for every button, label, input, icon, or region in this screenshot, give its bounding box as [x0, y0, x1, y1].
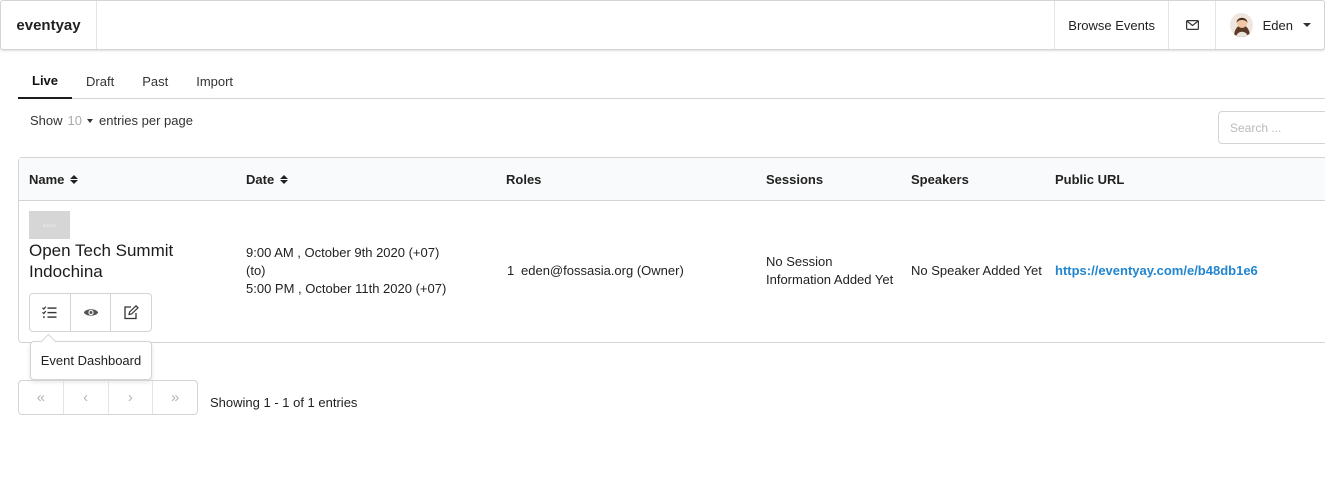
sort-icon: [70, 174, 79, 184]
tab-live[interactable]: Live: [18, 64, 73, 99]
column-header-date[interactable]: Date: [246, 158, 289, 200]
task-list-icon: [42, 306, 57, 318]
column-header-public-url: Public URL: [1055, 171, 1125, 187]
table-header: Name Date Roles Sessions Speakers Public…: [19, 158, 1325, 201]
event-dashboard-tooltip: Event Dashboard: [30, 341, 152, 380]
event-actions: [29, 293, 152, 332]
event-date: 9:00 AM , October 9th 2020 (+07) (to) 5:…: [246, 244, 446, 298]
pagination: « ‹ › »: [18, 380, 198, 415]
public-url-link[interactable]: https://eventyay.com/e/b48db1e6: [1055, 263, 1258, 278]
chevron-down-icon: [1303, 23, 1311, 27]
events-table: Name Date Roles Sessions Speakers Public…: [18, 157, 1325, 343]
edit-event-button[interactable]: [111, 294, 151, 331]
event-thumbnail: EVENT: [29, 211, 70, 239]
browse-events-link[interactable]: Browse Events: [1054, 1, 1168, 49]
tab-draft[interactable]: Draft: [72, 64, 128, 99]
column-header-speakers: Speakers: [911, 171, 969, 187]
edit-icon: [124, 305, 140, 320]
date-start: 9:00 AM , October 9th 2020 (+07): [246, 245, 440, 260]
event-name-line: Indochina: [29, 262, 103, 281]
event-name-line: Open Tech Summit: [29, 241, 174, 260]
next-page-button[interactable]: ›: [109, 381, 154, 414]
column-header-label: Name: [29, 171, 65, 187]
date-end: 5:00 PM , October 11th 2020 (+07): [246, 281, 447, 296]
column-header-roles: Roles: [506, 171, 542, 187]
tab-past[interactable]: Past: [128, 64, 182, 99]
per-page-select[interactable]: 10: [68, 113, 82, 128]
mail-icon: [1185, 20, 1199, 30]
column-header-label: Date: [246, 171, 275, 187]
show-label: Show: [30, 113, 63, 128]
user-avatar: [1230, 13, 1253, 37]
sessions-line: No Session: [766, 254, 833, 269]
eye-icon: [83, 309, 98, 316]
column-header-sessions: Sessions: [766, 171, 824, 187]
public-url-cell: https://eventyay.com/e/b48db1e6: [1055, 262, 1258, 280]
speakers-status: No Speaker Added Yet: [911, 263, 1042, 278]
roles-count: 1: [507, 263, 515, 278]
navbar-right-menu: Browse Events Eden: [1054, 1, 1324, 49]
sort-icon: [280, 174, 289, 184]
event-name[interactable]: Open Tech Summit Indochina: [29, 240, 229, 282]
sessions-status: No Session Information Added Yet: [766, 253, 893, 289]
entries-summary: Showing 1 - 1 of 1 entries: [210, 395, 358, 410]
entries-per-page-control: Show 10 entries per page: [30, 113, 193, 128]
role-owner-email: eden@fossasia.org (Owner): [521, 263, 684, 278]
column-header-name[interactable]: Name: [29, 158, 79, 200]
previous-page-button[interactable]: ‹: [64, 381, 109, 414]
event-status-tabs: Live Draft Past Import: [18, 64, 1325, 99]
search-input[interactable]: [1218, 111, 1325, 144]
date-separator: (to): [246, 263, 266, 278]
sessions-line: Information Added Yet: [766, 272, 894, 287]
event-dashboard-button[interactable]: [30, 294, 71, 331]
user-menu-dropdown[interactable]: Eden: [1215, 1, 1324, 49]
user-name: Eden: [1262, 17, 1293, 33]
brand-logo[interactable]: eventyay: [1, 1, 97, 49]
notifications-button[interactable]: [1168, 1, 1215, 49]
entries-per-page-label: entries per page: [99, 113, 193, 128]
tab-import[interactable]: Import: [182, 64, 247, 99]
top-navbar: eventyay Browse Events Eden: [0, 0, 1325, 50]
last-page-button[interactable]: »: [153, 381, 197, 414]
view-event-button[interactable]: [71, 294, 112, 331]
first-page-button[interactable]: «: [19, 381, 64, 414]
dropdown-caret-icon[interactable]: [87, 118, 93, 123]
